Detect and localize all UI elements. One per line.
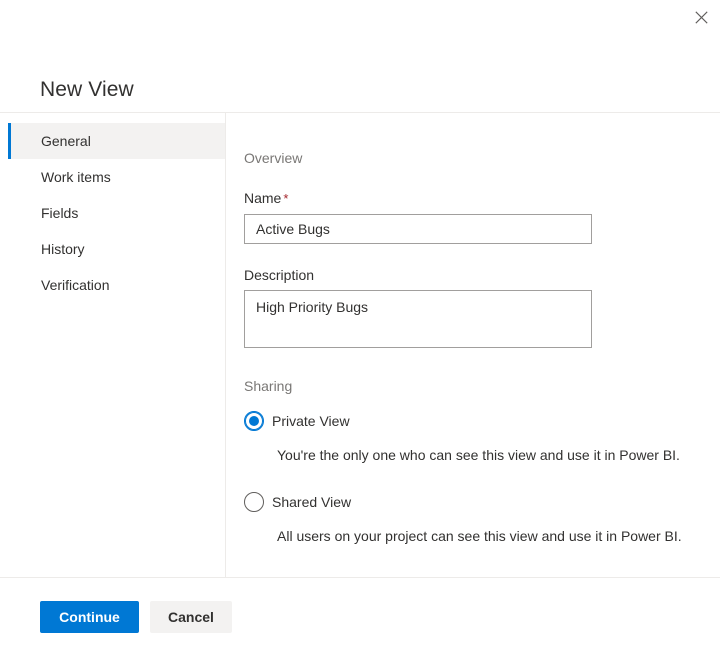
page-title: New View <box>40 78 134 101</box>
close-icon <box>694 10 708 24</box>
dialog-nav-pane: General Work items Fields History Verifi… <box>0 113 226 577</box>
radio-unselected-icon <box>244 492 264 512</box>
description-textarea[interactable] <box>244 290 592 348</box>
sidebar-item-general[interactable]: General <box>8 123 225 159</box>
private-view-help-text: You're the only one who can see this vie… <box>277 447 680 463</box>
name-field-label: Name * <box>244 189 696 208</box>
shared-view-group: Shared View All users on your project ca… <box>244 492 696 546</box>
radio-selected-icon <box>244 411 264 431</box>
continue-button[interactable]: Continue <box>40 601 139 633</box>
shared-view-help-text: All users on your project can see this v… <box>277 528 682 544</box>
radio-shared-view-label: Shared View <box>272 494 352 510</box>
private-view-group: Private View You're the only one who can… <box>244 411 696 465</box>
description-field-label: Description <box>244 267 315 283</box>
dialog-body: General Work items Fields History Verifi… <box>0 113 720 578</box>
sidebar-item-history[interactable]: History <box>8 231 225 267</box>
sidebar-item-label: Work items <box>41 169 111 185</box>
cancel-button[interactable]: Cancel <box>150 601 232 633</box>
name-input[interactable] <box>244 214 592 244</box>
sidebar-item-fields[interactable]: Fields <box>8 195 225 231</box>
radio-shared-view[interactable]: Shared View <box>244 492 696 512</box>
name-field-block: Name * <box>244 189 696 244</box>
sidebar-item-label: Verification <box>41 277 110 293</box>
dialog-footer: Continue Cancel <box>0 578 720 651</box>
name-label-text: Name <box>244 190 282 206</box>
dialog-header: New View <box>0 0 720 113</box>
sharing-section-label: Sharing <box>244 378 293 394</box>
sidebar-item-verification[interactable]: Verification <box>8 267 225 303</box>
new-view-dialog: New View General Work items Fields Histo… <box>0 0 720 651</box>
required-asterisk: * <box>283 191 289 206</box>
radio-private-view[interactable]: Private View <box>244 411 696 431</box>
radio-private-view-label: Private View <box>272 413 350 429</box>
overview-section-label: Overview <box>244 150 303 166</box>
close-button[interactable] <box>685 2 717 32</box>
sidebar-item-work-items[interactable]: Work items <box>8 159 225 195</box>
dialog-content-pane: Overview Name* Description Sharing <box>226 113 720 577</box>
sidebar-item-label: Fields <box>41 205 79 221</box>
sidebar-item-label: General <box>41 133 91 149</box>
sidebar-item-label: History <box>41 241 85 257</box>
description-field-block: Description <box>244 266 696 348</box>
